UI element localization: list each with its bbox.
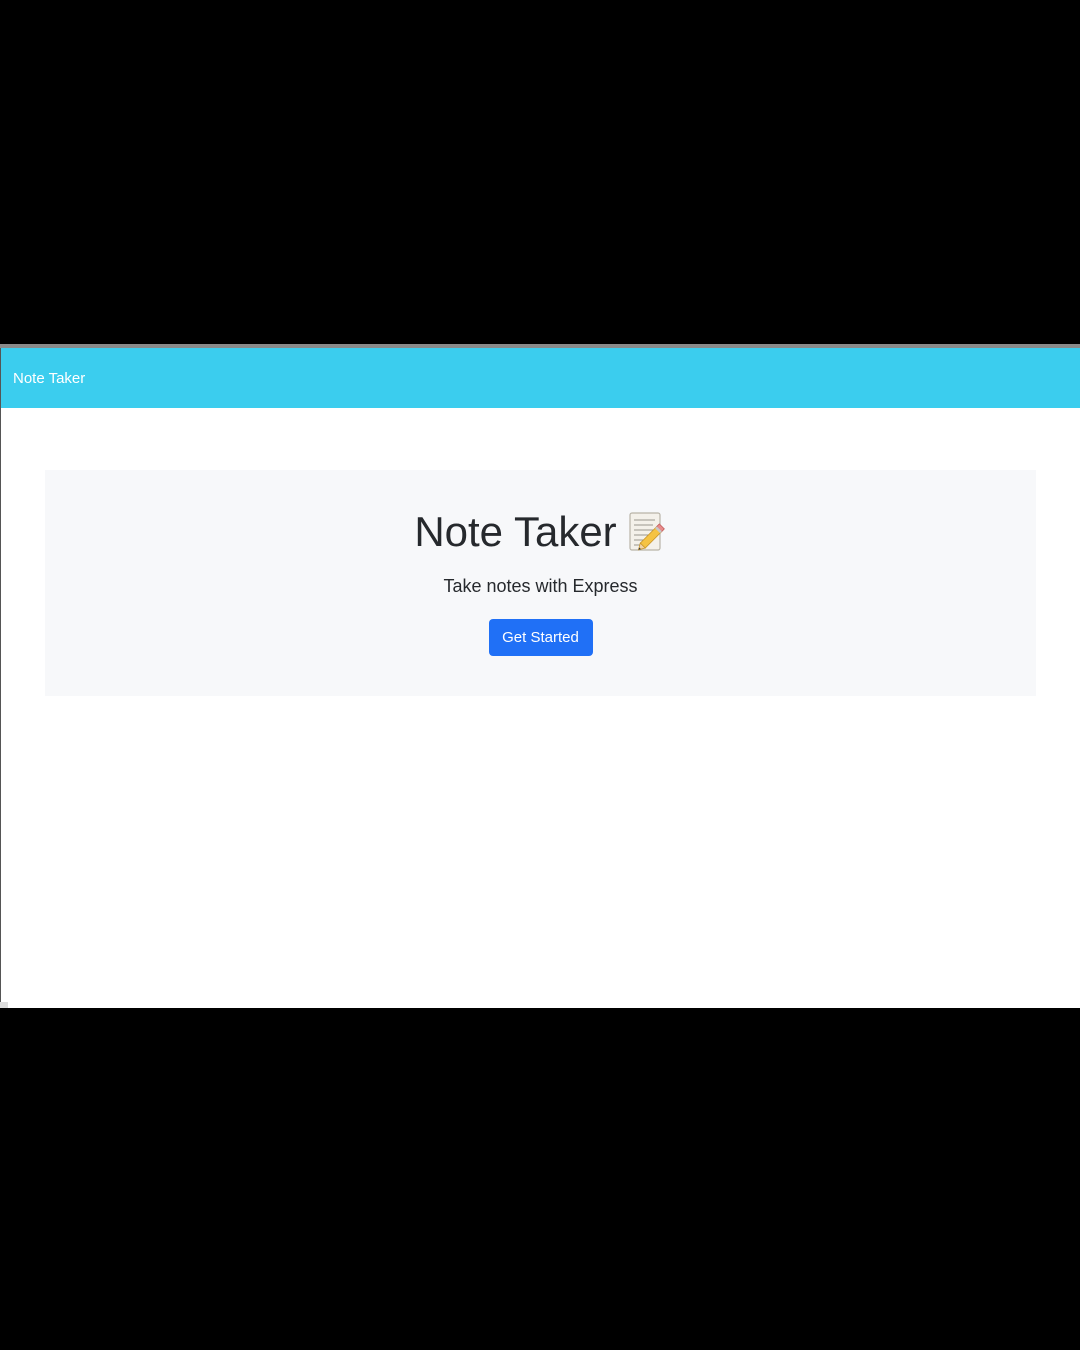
hero-title-wrap: Note Taker: [414, 508, 666, 556]
viewport-left-edge: [0, 348, 1, 1008]
navbar-brand-link[interactable]: Note Taker: [13, 370, 85, 387]
memo-pencil-icon: [629, 512, 667, 552]
hero-subtitle: Take notes with Express: [443, 576, 638, 596]
hero-jumbotron: Note Taker Take notes with Express Get S…: [45, 470, 1036, 696]
browser-viewport: Note Taker Note Taker Take notes with Ex…: [0, 344, 1080, 1008]
page-title: Note Taker: [414, 508, 617, 555]
get-started-button[interactable]: Get Started: [488, 619, 593, 656]
letterbox-bottom: [0, 1008, 1080, 1350]
letterbox-top: [0, 0, 1080, 344]
memo-pencil-svg: [629, 512, 665, 551]
navbar: Note Taker: [1, 348, 1080, 408]
